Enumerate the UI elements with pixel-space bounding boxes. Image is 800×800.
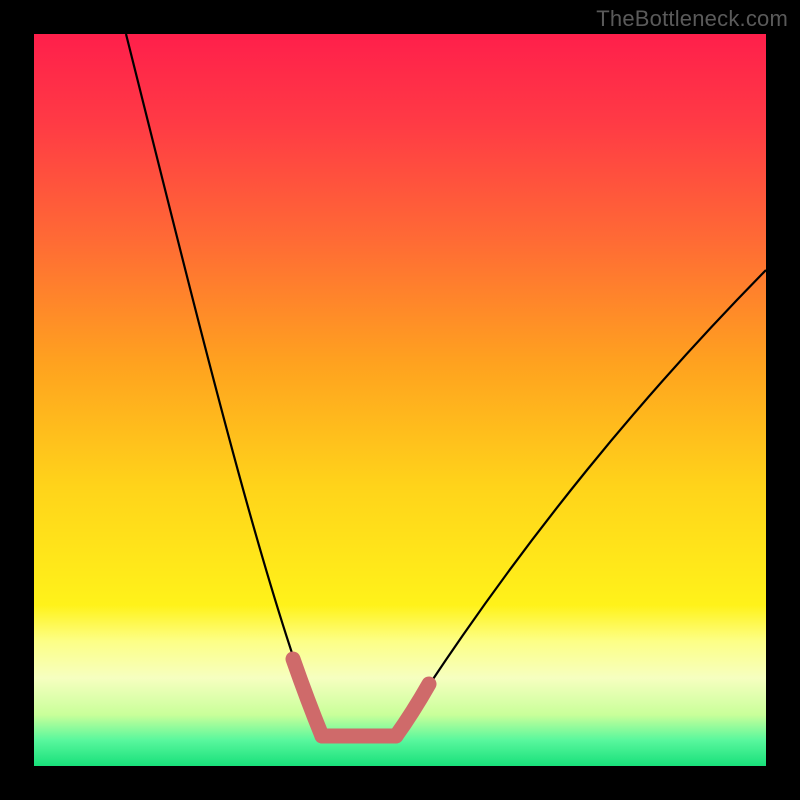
chart-frame: TheBottleneck.com [0, 0, 800, 800]
bottleneck-curve-svg [34, 34, 766, 766]
gradient-background [34, 34, 766, 766]
watermark-text: TheBottleneck.com [596, 6, 788, 32]
plot-area [34, 34, 766, 766]
